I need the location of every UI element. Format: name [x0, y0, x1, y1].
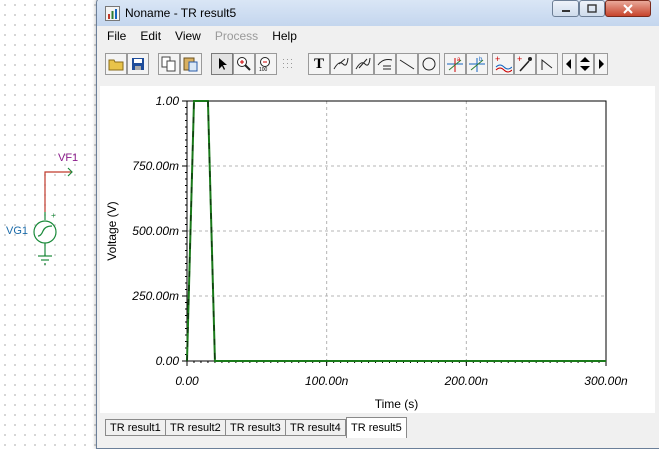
arrow-updown-icon — [580, 57, 590, 71]
circle-icon — [422, 57, 436, 71]
text-icon: T — [313, 55, 324, 72]
zoom-100-icon: 100 — [259, 57, 270, 72]
menu-view[interactable]: View — [168, 27, 208, 47]
paste-icon — [183, 57, 198, 72]
corner-button[interactable] — [536, 53, 558, 75]
minimize-button[interactable] — [552, 0, 579, 17]
open-button[interactable] — [105, 53, 127, 75]
tab-tr-result2[interactable]: TR result2 — [165, 419, 226, 436]
annotate-2-button[interactable] — [352, 53, 374, 75]
y-tick-label: 500.00m — [132, 224, 179, 238]
circle-button[interactable] — [418, 53, 440, 75]
annotate-3-icon — [377, 59, 393, 70]
grid-icon — [283, 59, 292, 68]
save-button[interactable] — [127, 53, 149, 75]
svg-text:+: + — [51, 211, 56, 220]
transient-chart: 0.00 100.00n 200.00n 300.00n 0.00 250.00m 500.… — [105, 94, 628, 411]
line-icon — [399, 59, 415, 70]
menu-help[interactable]: Help — [265, 27, 304, 47]
y-tick-label: 250.00m — [131, 289, 179, 303]
svg-text:100: 100 — [259, 67, 268, 72]
x-tick-label: 300.00n — [584, 374, 628, 388]
svg-text:+: + — [495, 55, 500, 64]
pointer-icon — [219, 58, 227, 70]
pointer-button[interactable] — [211, 53, 233, 75]
maximize-icon — [587, 4, 597, 13]
menu-edit[interactable]: Edit — [133, 27, 168, 47]
y-tick-label: 0.00 — [156, 354, 180, 368]
zoom-in-icon — [237, 57, 251, 71]
annotate-button[interactable] — [330, 53, 352, 75]
tab-tr-result1[interactable]: TR result1 — [105, 419, 166, 436]
copy-button[interactable] — [158, 53, 180, 75]
text-button[interactable]: T — [308, 53, 330, 75]
annotate-icon — [333, 57, 349, 70]
grid-button[interactable] — [277, 53, 299, 75]
annotate-3-button[interactable] — [374, 53, 396, 75]
arrow-updown-button[interactable] — [576, 53, 594, 75]
zoom-in-button[interactable] — [233, 53, 255, 75]
x-tick-label: 100.00n — [305, 374, 349, 388]
voltage-source-symbol[interactable] — [33, 220, 57, 244]
window-title: Noname - TR result5 — [125, 6, 237, 20]
svg-text:+: + — [517, 55, 522, 64]
add-curve-icon: + — [495, 55, 512, 73]
corner-icon — [541, 58, 553, 70]
y-axis-label: Voltage (V) — [105, 201, 119, 260]
title-bar[interactable]: Noname - TR result5 — [97, 0, 659, 26]
x-axis-label: Time (s) — [375, 397, 419, 411]
cursor-a-icon: a — [447, 57, 463, 72]
annotate-2-icon — [355, 57, 371, 70]
menu-file[interactable]: File — [100, 27, 133, 47]
tab-tr-result5[interactable]: TR result5 — [346, 417, 407, 438]
arrow-left-button[interactable] — [562, 53, 576, 75]
probe-button[interactable]: + — [514, 53, 536, 75]
probe-label[interactable]: VF1 — [58, 152, 78, 164]
x-tick-label: 200.00n — [444, 374, 489, 388]
paste-button[interactable] — [180, 53, 202, 75]
cursor-b-icon: b — [469, 57, 485, 72]
toolbar: 100 T a b + + — [105, 53, 658, 79]
app-icon — [105, 6, 120, 21]
tab-tr-result4[interactable]: TR result4 — [285, 419, 346, 436]
zoom-100-button[interactable]: 100 — [255, 53, 277, 75]
y-tick-label: 750.00m — [132, 159, 179, 173]
save-icon — [132, 58, 144, 70]
maximize-button[interactable] — [579, 0, 605, 17]
arrow-right-icon — [599, 59, 604, 69]
copy-icon — [161, 56, 176, 72]
close-button[interactable] — [605, 0, 651, 17]
line-button[interactable] — [396, 53, 418, 75]
menu-process: Process — [214, 29, 259, 43]
cursor-a-button[interactable]: a — [444, 53, 466, 75]
schematic-drawing: + — [33, 167, 73, 265]
close-icon — [623, 3, 633, 14]
x-tick-label: 0.00 — [175, 374, 199, 388]
wire — [44, 171, 72, 212]
arrow-left-icon — [566, 59, 571, 69]
result-window: Noname - TR result5 File Edit View Proce… — [96, 0, 659, 449]
arrow-right-button[interactable] — [594, 53, 608, 75]
plot-area[interactable]: 0.00 100.00n 200.00n 300.00n 0.00 250.00m 500.… — [100, 86, 655, 413]
cursor-b-button[interactable]: b — [466, 53, 488, 75]
source-label[interactable]: VG1 — [6, 225, 28, 237]
tab-tr-result3[interactable]: TR result3 — [225, 419, 286, 436]
menu-bar: File Edit View Process Help — [100, 27, 657, 47]
add-curve-button[interactable]: + — [492, 53, 514, 75]
minimize-icon — [561, 9, 570, 12]
probe-icon: + — [517, 55, 532, 72]
schematic-canvas[interactable]: + VF1 VG1 — [0, 0, 95, 447]
y-tick-label: 1.00 — [156, 94, 180, 108]
open-folder-icon — [108, 59, 124, 71]
